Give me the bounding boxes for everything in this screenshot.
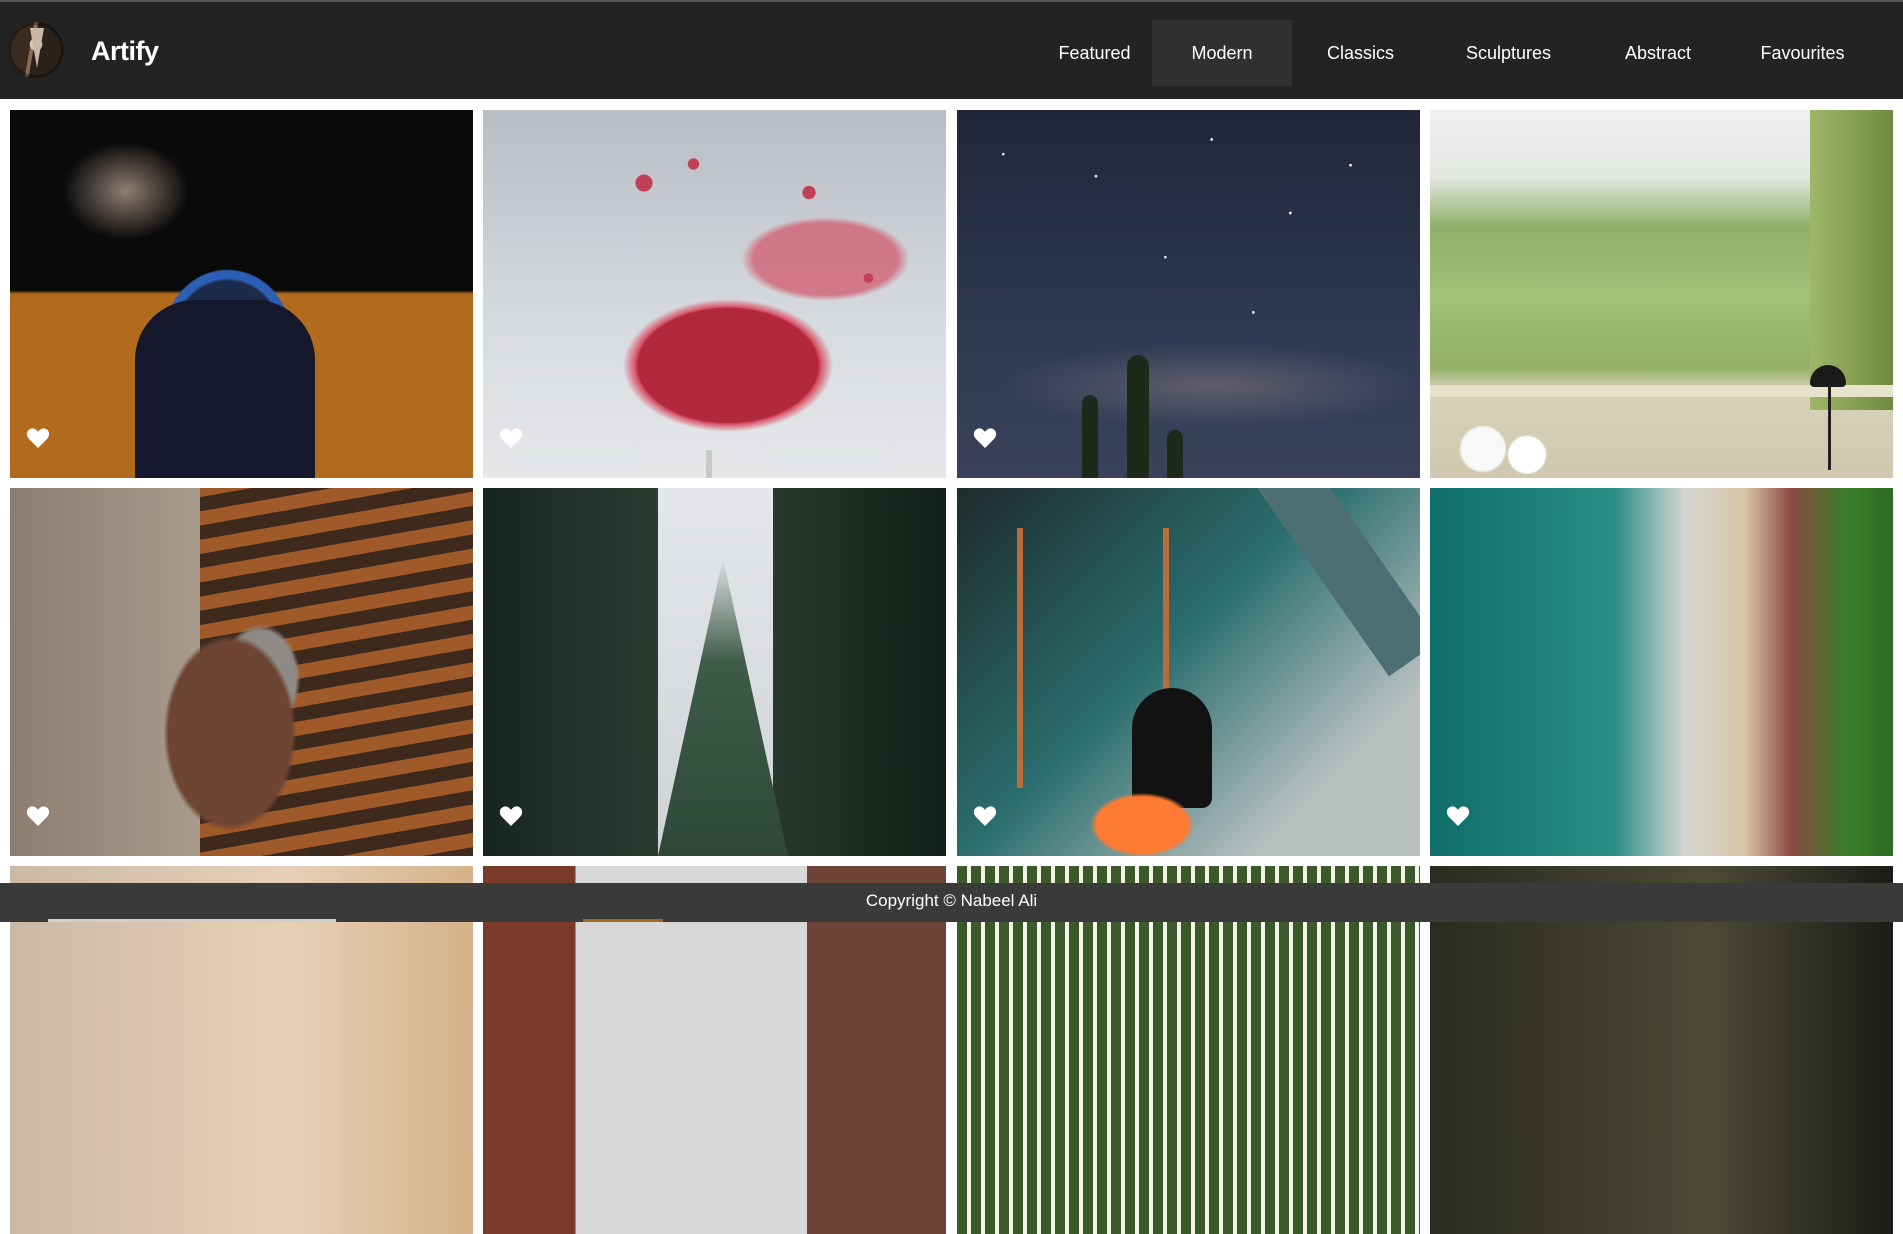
gallery-tile[interactable] xyxy=(10,110,473,478)
site-footer: Copyright © Nabeel Ali xyxy=(0,883,1903,922)
nav-item-featured[interactable]: Featured xyxy=(1037,20,1152,86)
gallery-tile[interactable] xyxy=(483,110,946,478)
heart-icon[interactable] xyxy=(1446,805,1470,827)
main-nav: Featured Modern Classics Sculptures Abst… xyxy=(1037,20,1877,86)
gallery-tile[interactable] xyxy=(10,488,473,856)
gallery-tile[interactable] xyxy=(1430,488,1893,856)
site-header: Artify Featured Modern Classics Sculptur… xyxy=(0,0,1903,99)
heart-icon[interactable] xyxy=(499,805,523,827)
brand-name[interactable]: Artify xyxy=(91,36,159,67)
copyright-text: Copyright © Nabeel Ali xyxy=(865,890,1038,910)
heart-icon[interactable] xyxy=(973,805,997,827)
gallery-tile[interactable] xyxy=(957,488,1420,856)
artify-logo-icon[interactable] xyxy=(8,22,64,78)
nav-item-classics[interactable]: Classics xyxy=(1292,20,1429,86)
heart-icon[interactable] xyxy=(26,805,50,827)
gallery-tile[interactable] xyxy=(1430,110,1893,478)
heart-icon[interactable] xyxy=(973,427,997,449)
gallery-tile[interactable] xyxy=(957,110,1420,478)
heart-icon[interactable] xyxy=(499,427,523,449)
heart-icon[interactable] xyxy=(26,427,50,449)
nav-item-favourites[interactable]: Favourites xyxy=(1728,20,1877,86)
nav-item-modern[interactable]: Modern xyxy=(1152,20,1292,86)
nav-item-sculptures[interactable]: Sculptures xyxy=(1429,20,1588,86)
gallery-tile[interactable] xyxy=(483,488,946,856)
nav-item-abstract[interactable]: Abstract xyxy=(1588,20,1728,86)
